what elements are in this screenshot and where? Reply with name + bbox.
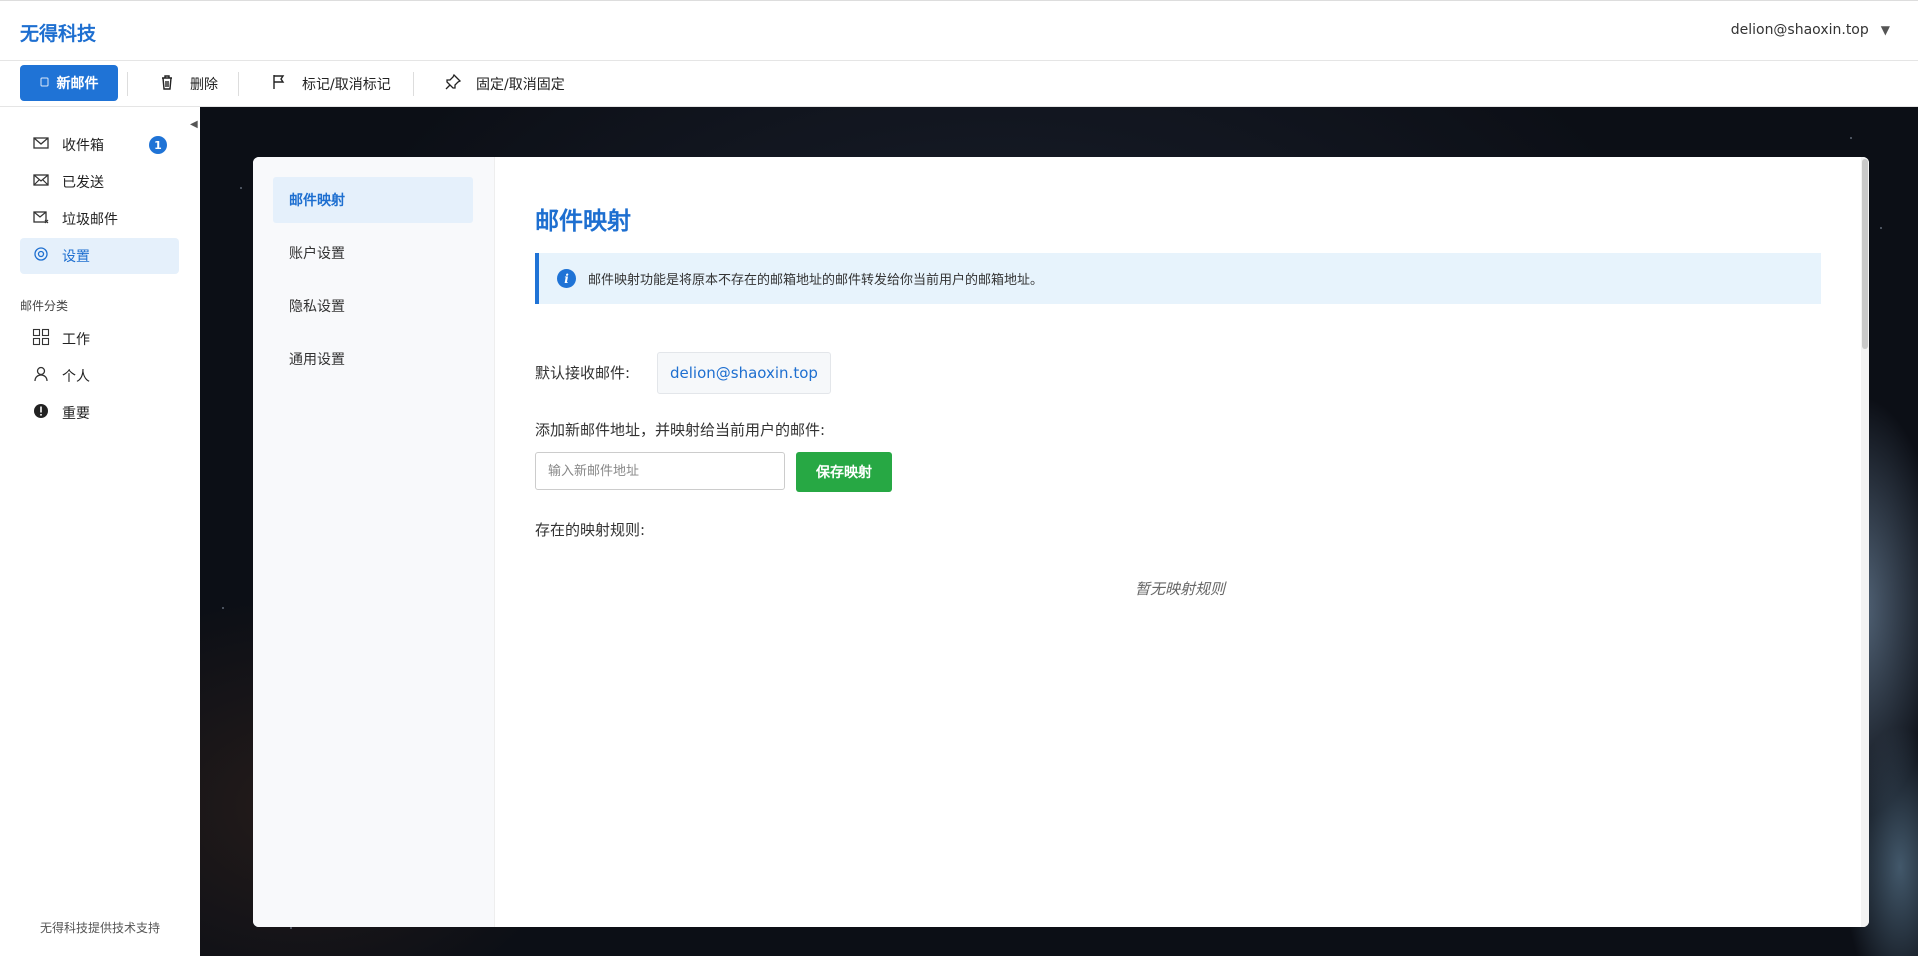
star [240,187,242,189]
star [222,607,224,609]
sidebar-item-personal[interactable]: 个人 [20,358,179,394]
mail-mapping-content: 邮件映射 i 邮件映射功能是将原本不存在的邮箱地址的邮件转发给你当前用户的邮箱地… [535,157,1825,927]
user-account-menu[interactable]: delion@shaoxin.top ▼ [1731,22,1890,38]
flag-toggle-label: 标记/取消标记 [302,77,391,93]
caret-down-icon: ▼ [1880,23,1890,37]
info-icon: i [557,269,576,288]
sidebar-item-sent[interactable]: 已发送 [20,164,179,200]
toolbar-divider [238,72,239,96]
star [1850,137,1852,139]
mapping-rules-label: 存在的映射规则: [535,521,646,539]
sidebar-item-label: 个人 [62,369,90,385]
default-email-label: 默认接收邮件: [535,364,631,382]
info-banner: i 邮件映射功能是将原本不存在的邮箱地址的邮件转发给你当前用户的邮箱地址。 [535,253,1821,304]
settings-tab-privacy[interactable]: 隐私设置 [273,283,473,329]
mail-sidebar-content: 收件箱 1 已发送 垃圾邮件 设置 邮件分类 工作 个人 重要 无得科技提供技术… [0,107,200,956]
toolbar-divider [413,72,414,96]
settings-tab-general[interactable]: 通用设置 [273,336,473,382]
panel-scrollbar[interactable] [1861,157,1869,927]
sidebar-item-label: 工作 [62,332,90,348]
user-email: delion@shaoxin.top [1730,22,1869,38]
spam-envelope-icon [32,208,50,230]
app-header: 无得科技 delion@shaoxin.top ▼ [0,0,1918,61]
flag-toggle-button[interactable]: 标记/取消标记 [270,71,391,97]
pin-toggle-label: 固定/取消固定 [476,77,565,93]
page-title: 邮件映射 [535,207,631,235]
flag-icon [270,73,288,95]
sidebar-item-important[interactable]: 重要 [20,395,179,431]
trash-icon [158,73,176,95]
sidebar-item-inbox[interactable]: 收件箱 1 [20,127,179,163]
grid-icon [32,328,50,350]
sidebar-item-label: 设置 [62,249,90,265]
toolbar-divider [127,72,128,96]
star [290,927,292,929]
delete-label: 删除 [190,77,218,93]
default-email-value: delion@shaoxin.top [657,352,831,394]
gear-icon [32,245,50,267]
app-logo-title[interactable]: 无得科技 [20,19,96,46]
info-text: 邮件映射功能是将原本不存在的邮箱地址的邮件转发给你当前用户的邮箱地址。 [588,273,1044,288]
sidebar-item-work[interactable]: 工作 [20,321,179,357]
new-mail-button[interactable]: 新邮件 [20,65,118,101]
pin-icon [444,73,462,95]
compose-icon [40,77,49,90]
new-mail-label: 新邮件 [56,76,99,92]
pin-toggle-button[interactable]: 固定/取消固定 [444,71,565,97]
settings-nav: 邮件映射 账户设置 隐私设置 通用设置 [253,157,495,927]
sidebar-item-settings[interactable]: 设置 [20,238,179,274]
mail-toolbar: 新邮件 删除 标记/取消标记 固定/取消固定 [0,61,1918,107]
sent-envelope-icon [32,171,50,193]
scrollbar-thumb[interactable] [1862,159,1868,349]
settings-tab-mail-mapping[interactable]: 邮件映射 [273,177,473,223]
sidebar-item-label: 已发送 [62,175,104,191]
sidebar-item-spam[interactable]: 垃圾邮件 [20,201,179,237]
category-section-title: 邮件分类 [20,299,69,313]
sidebar-item-label: 垃圾邮件 [62,212,118,228]
add-address-label: 添加新邮件地址，并映射给当前用户的邮件: [535,421,826,439]
unread-count-badge: 1 [149,136,167,154]
tech-support-footer: 无得科技提供技术支持 [39,921,160,935]
sidebar-item-label: 重要 [62,406,90,422]
exclamation-icon [32,402,50,424]
sidebar-item-label: 收件箱 [62,138,104,154]
settings-panel: 邮件映射 账户设置 隐私设置 通用设置 邮件映射 i 邮件映射功能是将原本不存在… [253,157,1869,927]
settings-tab-account[interactable]: 账户设置 [273,230,473,276]
delete-button[interactable]: 删除 [158,71,218,97]
empty-rules-message: 暂无映射规则 [1134,580,1225,598]
person-icon [32,365,50,387]
save-mapping-button[interactable]: 保存映射 [796,452,892,492]
star [1880,227,1882,229]
envelope-icon [32,134,50,156]
new-address-input[interactable] [535,452,785,490]
